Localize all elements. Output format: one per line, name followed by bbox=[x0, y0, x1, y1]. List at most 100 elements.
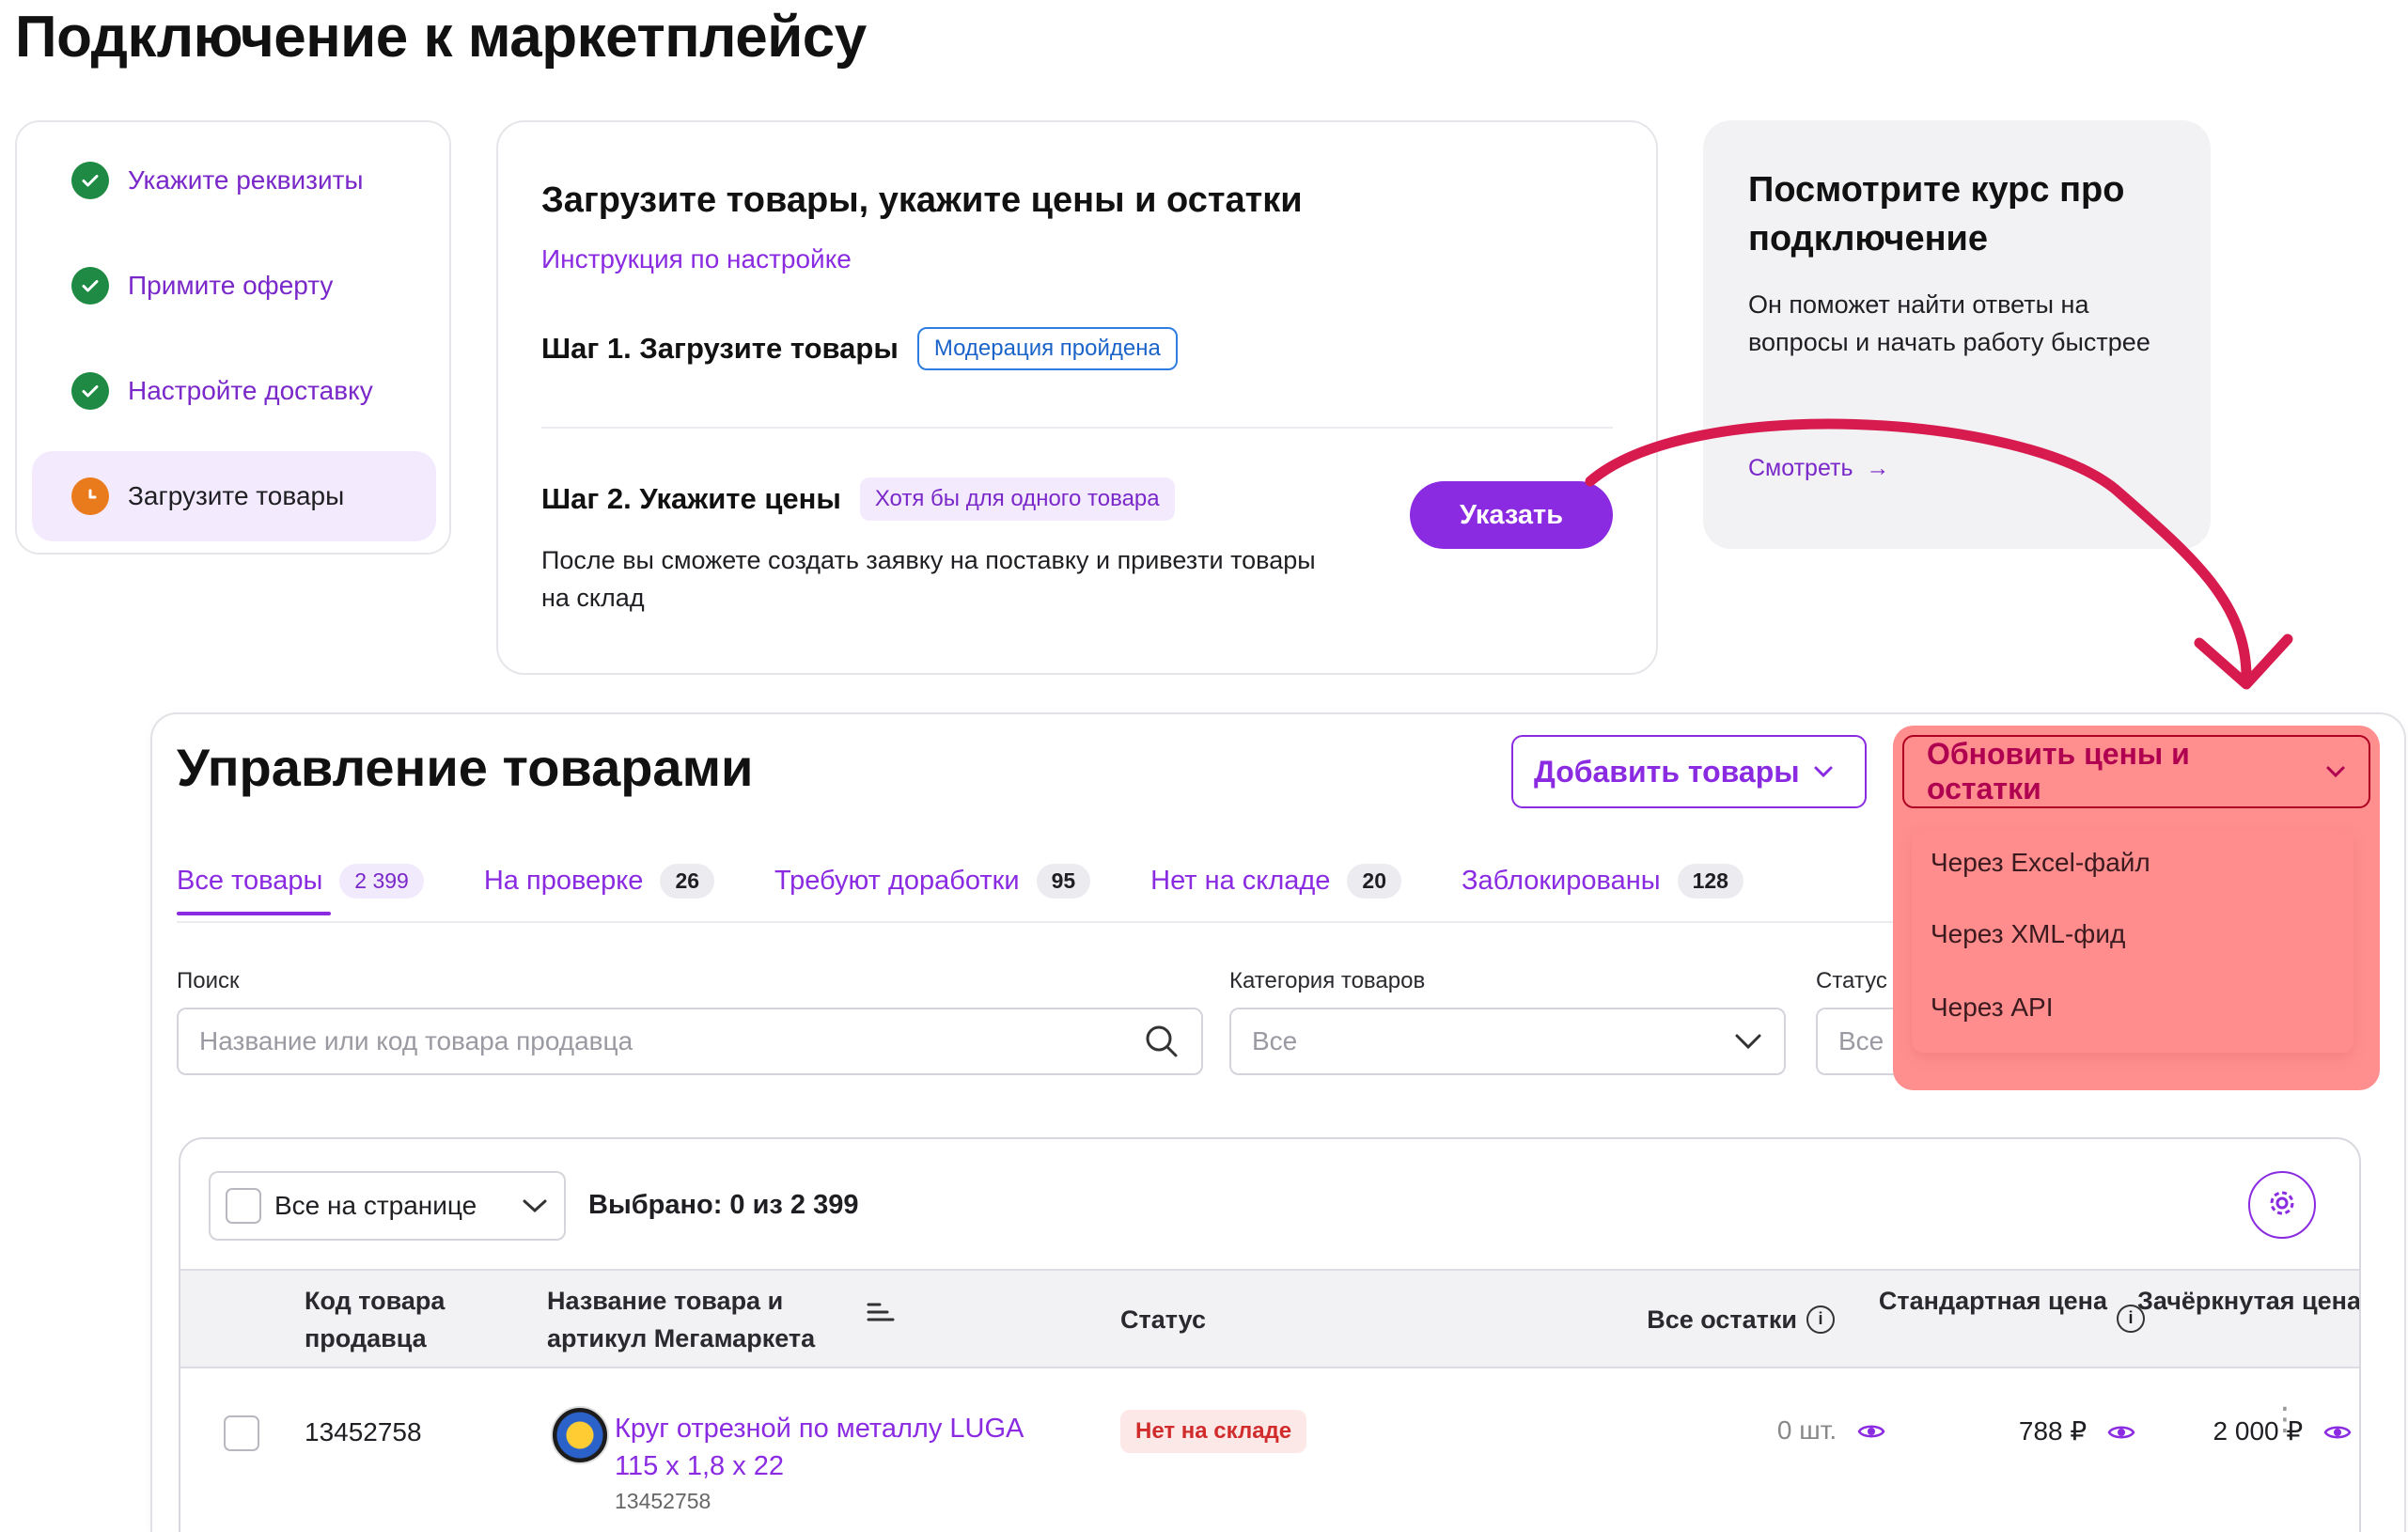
chevron-down-icon bbox=[521, 1191, 549, 1221]
step-delivery[interactable]: Настройте доставку bbox=[32, 346, 436, 436]
header-status: Статус bbox=[1120, 1305, 1206, 1334]
tab-count: 20 bbox=[1347, 863, 1402, 899]
update-prices-button[interactable]: Обновить цены и остатки bbox=[1902, 735, 2370, 808]
header-code: Код товара продавца bbox=[305, 1287, 446, 1352]
stock-cell: 0 шт. bbox=[1628, 1415, 1885, 1447]
step2-hint-badge: Хотя бы для одного товара bbox=[859, 477, 1175, 521]
upload-card-title: Загрузите товары, укажите цены и остатки bbox=[541, 180, 1303, 220]
specify-prices-button[interactable]: Указать bbox=[1410, 481, 1613, 549]
check-icon bbox=[71, 372, 109, 410]
select-all-checkbox[interactable] bbox=[226, 1188, 261, 1224]
status-value: Все bbox=[1838, 1026, 1884, 1055]
category-select[interactable]: Все bbox=[1229, 1008, 1786, 1075]
info-icon[interactable]: i bbox=[1806, 1305, 1835, 1334]
watch-course-link[interactable]: Смотреть → bbox=[1748, 455, 1889, 482]
tab-on-review[interactable]: На проверке 26 bbox=[483, 855, 715, 906]
step2-description: После вы сможете создать заявку на поста… bbox=[541, 546, 1316, 612]
divider bbox=[541, 427, 1613, 429]
tab-label: Все товары bbox=[177, 865, 323, 896]
step-upload-products[interactable]: Загрузите товары bbox=[32, 451, 436, 541]
tab-out-of-stock[interactable]: Нет на складе 20 bbox=[1150, 855, 1402, 906]
chevron-down-icon bbox=[2325, 759, 2346, 784]
course-title: Посмотрите курс про подключение bbox=[1748, 170, 2125, 258]
category-label: Категория товаров bbox=[1229, 968, 1426, 993]
status-badge: Нет на складе bbox=[1120, 1410, 1307, 1453]
check-icon bbox=[71, 267, 109, 305]
table-settings-button[interactable] bbox=[2248, 1171, 2316, 1239]
tab-needs-revision[interactable]: Требуют доработки 95 bbox=[774, 855, 1091, 906]
search-label: Поиск bbox=[177, 968, 240, 993]
product-sku: 13452758 bbox=[615, 1489, 711, 1513]
products-table: Все на странице Выбрано: 0 из 2 399 Код … bbox=[179, 1137, 2361, 1532]
chevron-down-icon bbox=[1733, 1032, 1763, 1051]
selected-count: Выбрано: 0 из 2 399 bbox=[588, 1190, 859, 1220]
table-row[interactable]: 13452758 Круг отрезной по металлу LUGA 1… bbox=[180, 1370, 2359, 1532]
page-title: Подключение к маркетплейсу bbox=[15, 5, 867, 70]
step1-row: Шаг 1. Загрузите товары Модерация пройде… bbox=[541, 327, 1178, 370]
arrow-right-icon: → bbox=[1859, 455, 1890, 481]
product-tabs: Все товары 2 399 На проверке 26 Требуют … bbox=[177, 855, 1804, 915]
step-label: Укажите реквизиты bbox=[128, 165, 364, 195]
tab-count: 95 bbox=[1036, 863, 1091, 899]
header-stock-label: Все остатки bbox=[1647, 1305, 1797, 1334]
header-stock: Все остатки i bbox=[1478, 1301, 1835, 1338]
tab-label: Заблокированы bbox=[1462, 865, 1661, 896]
course-description: Он поможет найти ответы на вопросы и нач… bbox=[1748, 290, 2150, 356]
course-card: Посмотрите курс про подключение Он помож… bbox=[1703, 120, 2211, 549]
step2-title: Шаг 2. Укажите цены bbox=[541, 482, 841, 515]
status-label: Статус т bbox=[1816, 968, 1904, 993]
sort-icon[interactable] bbox=[867, 1301, 895, 1330]
step-label: Примите оферту bbox=[128, 271, 334, 300]
step2-row: Шаг 2. Укажите цены Хотя бы для одного т… bbox=[541, 477, 1175, 521]
select-all-label: Все на странице bbox=[274, 1191, 477, 1220]
tab-label: Нет на складе bbox=[1150, 865, 1331, 896]
moderation-badge: Модерация пройдена bbox=[916, 327, 1178, 370]
tab-count: 2 399 bbox=[339, 863, 424, 899]
watch-link-label: Смотреть bbox=[1748, 455, 1853, 481]
clock-icon bbox=[71, 477, 109, 515]
price-value: 788 ₽ bbox=[2018, 1416, 2087, 1446]
table-header: Код товара продавца Название товара и ар… bbox=[180, 1269, 2361, 1368]
product-name-link[interactable]: Круг отрезной по металлу LUGA 115 х 1,8 … bbox=[615, 1410, 1056, 1485]
step1-title: Шаг 1. Загрузите товары bbox=[541, 332, 899, 365]
menu-item-excel[interactable]: Через Excel-файл bbox=[1931, 848, 2150, 878]
price-cell: 788 ₽ bbox=[1872, 1415, 2135, 1448]
search-input[interactable]: Название или код товара продавца bbox=[177, 1008, 1203, 1075]
instruction-link[interactable]: Инструкция по настройке bbox=[541, 244, 852, 274]
upload-products-card: Загрузите товары, укажите цены и остатки… bbox=[496, 120, 1658, 675]
eye-icon[interactable] bbox=[2323, 1418, 2352, 1448]
step-offer[interactable]: Примите оферту bbox=[32, 241, 436, 331]
update-prices-menu: Через Excel-файл Через XML-фид Через API bbox=[1912, 829, 2353, 1053]
search-placeholder: Название или код товара продавца bbox=[199, 1026, 633, 1055]
add-products-button[interactable]: Добавить товары bbox=[1511, 735, 1867, 808]
row-more-icon[interactable]: ⋮ bbox=[2269, 1403, 2301, 1435]
tab-count: 26 bbox=[660, 863, 715, 899]
tab-count: 128 bbox=[1677, 863, 1743, 899]
stock-value: 0 шт. bbox=[1776, 1415, 1837, 1445]
header-price: Стандартная цена bbox=[1878, 1287, 2107, 1315]
tab-label: Требуют доработки bbox=[774, 865, 1020, 896]
gear-icon bbox=[2266, 1187, 2298, 1224]
select-all-dropdown[interactable]: Все на странице bbox=[209, 1171, 566, 1241]
product-thumbnail[interactable] bbox=[551, 1406, 609, 1464]
tab-label: На проверке bbox=[483, 865, 644, 896]
tabs-divider bbox=[177, 921, 1925, 923]
header-name: Название товара и артикул Мегамаркета bbox=[547, 1287, 816, 1352]
tab-all-products[interactable]: Все товары 2 399 bbox=[177, 855, 424, 915]
crossed-price-cell: 2 000 ₽ bbox=[2117, 1415, 2352, 1448]
check-icon bbox=[71, 162, 109, 199]
step-requisites[interactable]: Укажите реквизиты bbox=[32, 135, 436, 226]
row-checkbox[interactable] bbox=[224, 1415, 259, 1451]
menu-item-api[interactable]: Через API bbox=[1931, 993, 2054, 1023]
tab-blocked[interactable]: Заблокированы 128 bbox=[1462, 855, 1743, 906]
header-crossed-price: Зачёркнутая цена bbox=[2136, 1287, 2361, 1315]
onboarding-steps: Укажите реквизиты Примите оферту Настрой… bbox=[15, 120, 451, 555]
category-value: Все bbox=[1252, 1026, 1298, 1055]
menu-item-xml[interactable]: Через XML-фид bbox=[1931, 919, 2125, 949]
chevron-down-icon bbox=[1813, 759, 1834, 784]
search-icon[interactable] bbox=[1143, 1023, 1181, 1060]
update-prices-label: Обновить цены и остатки bbox=[1927, 737, 2190, 805]
add-products-label: Добавить товары bbox=[1534, 754, 1800, 789]
step-label: Настройте доставку bbox=[128, 376, 373, 405]
management-title: Управление товарами bbox=[177, 738, 754, 797]
